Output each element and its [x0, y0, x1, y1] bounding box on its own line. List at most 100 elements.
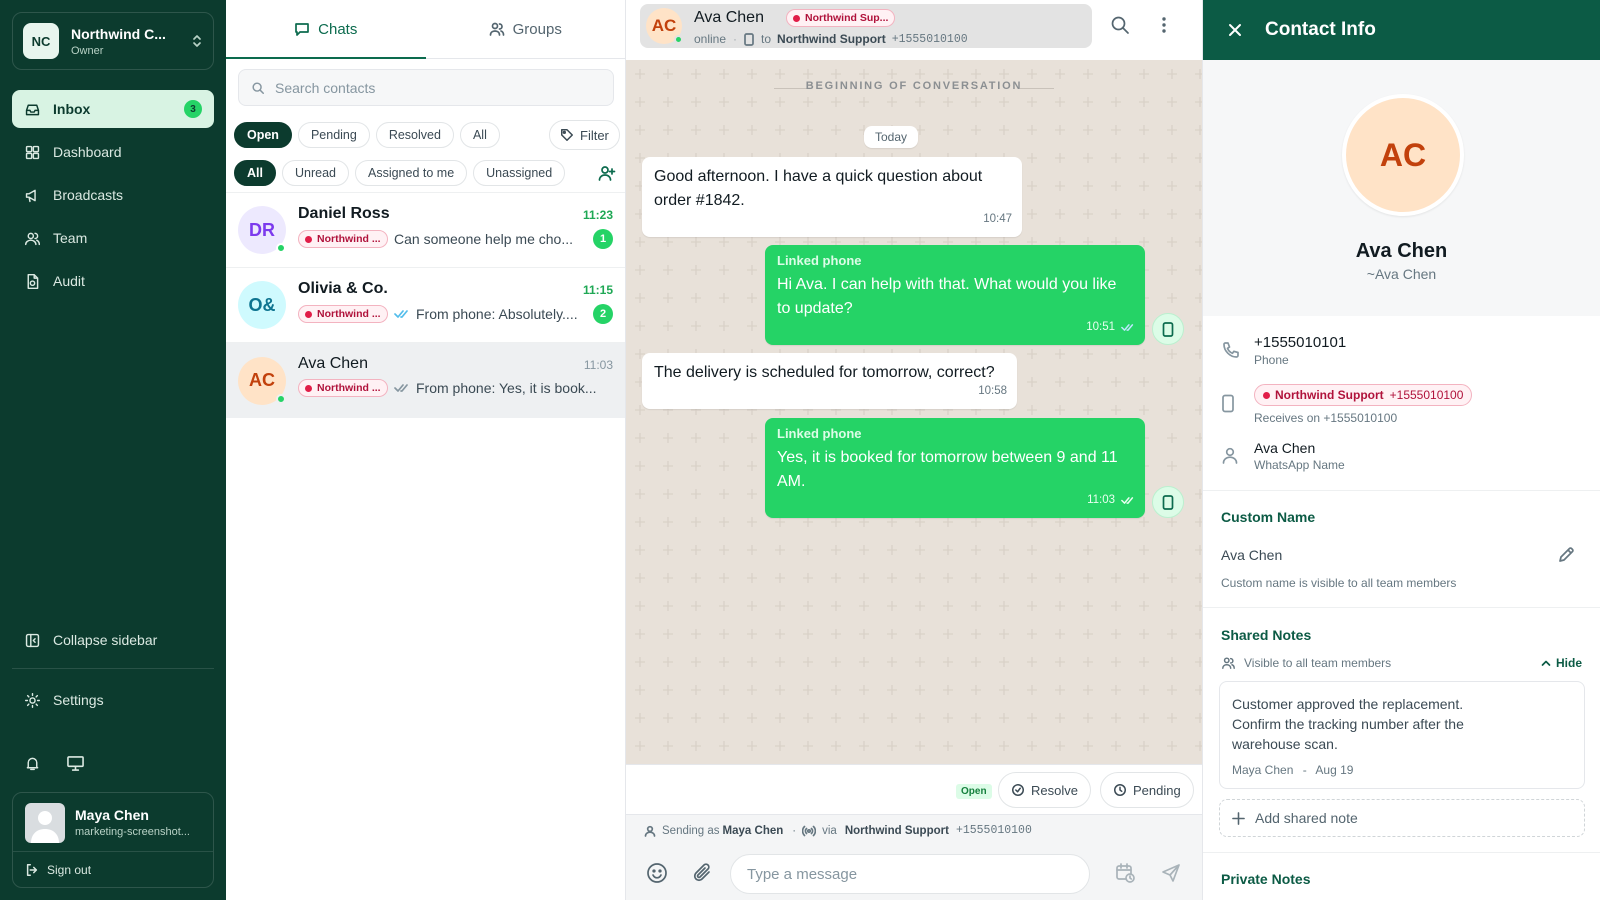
whatsapp-name-row: Ava Chen WhatsApp Name — [1221, 440, 1581, 472]
double-check-icon — [1121, 323, 1135, 332]
send-icon[interactable] — [1160, 862, 1182, 884]
logout-icon — [25, 863, 47, 877]
schedule-icon[interactable] — [1114, 862, 1136, 884]
nav-audit[interactable]: Audit — [12, 262, 214, 300]
tab-chats[interactable]: Chats — [226, 0, 426, 59]
note-date: Aug 19 — [1315, 763, 1354, 777]
workspace-role: Owner — [71, 44, 104, 57]
sidebar-collapse-icon — [24, 632, 53, 649]
chat-row-selected[interactable]: AC Ava Chen 11:03 Northwind ... From pho… — [226, 342, 625, 418]
conversation-header[interactable]: AC Ava Chen Northwind Sup... online · to… — [640, 4, 1092, 48]
chat-bubble-icon — [294, 21, 318, 37]
more-options-icon[interactable] — [1154, 15, 1174, 35]
nav-settings[interactable]: Settings — [12, 681, 214, 719]
attachment-icon[interactable] — [692, 862, 714, 884]
user-card[interactable]: Maya Chen marketing-screenshot... Sign o… — [12, 792, 214, 888]
nav-team[interactable]: Team — [12, 219, 214, 257]
message-input[interactable]: Type a message — [730, 854, 1090, 894]
shared-notes-title: Shared Notes — [1221, 627, 1312, 643]
via-label: via — [822, 824, 837, 837]
search-icon — [251, 81, 275, 95]
user-icon — [644, 825, 656, 837]
emoji-icon[interactable] — [646, 862, 668, 884]
collapse-sidebar-button[interactable]: Collapse sidebar — [12, 621, 214, 659]
chat-contact-name: Daniel Ross — [298, 205, 390, 222]
status-filter-resolved[interactable]: Resolved — [375, 122, 454, 148]
clock-icon — [1113, 783, 1133, 797]
chevron-up-icon — [1541, 659, 1551, 667]
note-author: Maya Chen — [1232, 763, 1294, 777]
phone-device-icon — [1162, 321, 1174, 337]
message-time: 11:03 — [1087, 494, 1115, 506]
edit-pencil-icon[interactable] — [1557, 546, 1575, 564]
custom-name-hint: Custom name is visible to all team membe… — [1221, 576, 1457, 590]
close-icon[interactable] — [1227, 22, 1243, 38]
date-separator: Today — [864, 126, 919, 148]
bell-icon[interactable] — [24, 755, 41, 772]
add-shared-note-button[interactable]: Add shared note — [1219, 799, 1585, 837]
monitor-icon[interactable] — [66, 755, 85, 772]
whatsapp-name-label: WhatsApp Name — [1254, 458, 1345, 472]
pending-button[interactable]: Pending — [1100, 772, 1194, 808]
nav-dashboard[interactable]: Dashboard — [12, 133, 214, 171]
search-icon[interactable] — [1110, 15, 1130, 35]
search-input[interactable]: Search contacts — [238, 69, 614, 106]
channel-tag-label: Northwind ... — [317, 382, 381, 394]
user-name: Maya Chen — [75, 807, 149, 823]
resolve-button[interactable]: Resolve — [998, 772, 1091, 808]
contact-info-panel: Contact Info AC Ava Chen ~Ava Chen +1555… — [1202, 0, 1600, 900]
assign-filter-all[interactable]: All — [234, 160, 276, 186]
nav-inbox[interactable]: Inbox 3 — [12, 90, 214, 128]
channel-tag: Northwind ... — [298, 230, 388, 248]
conversation-start-label: BEGINNING OF CONVERSATION — [805, 80, 1023, 92]
shared-note-card: Customer approved the replacement. Confi… — [1219, 681, 1585, 789]
linked-phone-button[interactable] — [1152, 486, 1184, 518]
chat-contact-name: Olivia & Co. — [298, 280, 388, 297]
nav-dashboard-label: Dashboard — [53, 144, 122, 160]
note-text: Customer approved the replacement. Confi… — [1232, 696, 1464, 752]
private-notes-title: Private Notes — [1221, 871, 1311, 887]
tab-chats-label: Chats — [318, 20, 358, 38]
assign-filter-unassigned[interactable]: Unassigned — [473, 160, 566, 186]
double-check-icon — [394, 383, 410, 393]
filter-label: Filter — [580, 127, 609, 143]
gear-icon — [24, 692, 53, 709]
phone-icon — [1221, 340, 1241, 360]
assign-filter-assigned-to-me[interactable]: Assigned to me — [354, 160, 468, 186]
phone-device-icon — [1221, 394, 1241, 413]
contact-info-title: Contact Info — [1265, 19, 1376, 40]
whatsapp-display-name: ~Ava Chen — [1366, 266, 1437, 282]
tag-icon — [560, 128, 580, 142]
nav-broadcasts[interactable]: Broadcasts — [12, 176, 214, 214]
inbox-count-badge: 3 — [184, 100, 202, 118]
online-indicator — [276, 393, 286, 404]
add-user-icon[interactable] — [598, 164, 616, 182]
double-check-icon — [1121, 496, 1135, 505]
sending-user: Maya Chen — [722, 824, 784, 837]
status-filter-open[interactable]: Open — [234, 122, 292, 148]
status-filter-all[interactable]: All — [459, 122, 500, 148]
status-filter-pending[interactable]: Pending — [297, 122, 370, 148]
tab-groups[interactable]: Groups — [426, 0, 626, 58]
outgoing-message: Linked phone Yes, it is booked for tomor… — [765, 418, 1145, 518]
message-text: The delivery is scheduled for tomorrow, … — [654, 364, 995, 381]
filter-button[interactable]: Filter — [549, 120, 620, 150]
workspace-switcher[interactable]: NC Northwind C... Owner — [12, 12, 214, 70]
chat-row[interactable]: O& Olivia & Co. 11:15 Northwind ... From… — [226, 267, 625, 342]
megaphone-icon — [24, 187, 53, 204]
linked-phone-button[interactable] — [1152, 313, 1184, 345]
hide-label: Hide — [1556, 656, 1583, 670]
chat-time: 11:03 — [583, 358, 613, 372]
search-placeholder: Search contacts — [275, 79, 376, 96]
assign-filter-unread[interactable]: Unread — [281, 160, 349, 186]
outgoing-message: Linked phone Hi Ava. I can help with tha… — [765, 245, 1145, 345]
sign-out-button[interactable]: Sign out — [13, 851, 213, 887]
sidebar-divider — [12, 668, 214, 669]
pending-label: Pending — [1133, 782, 1181, 798]
collapse-sidebar-label: Collapse sidebar — [53, 632, 158, 648]
custom-name-value: Ava Chen — [1221, 547, 1283, 563]
hide-notes-button[interactable]: Hide — [1541, 656, 1582, 670]
incoming-message: The delivery is scheduled for tomorrow, … — [642, 353, 1017, 409]
chat-row[interactable]: DR Daniel Ross 11:23 Northwind ... Can s… — [226, 192, 625, 267]
phone-label: Phone — [1254, 353, 1289, 367]
